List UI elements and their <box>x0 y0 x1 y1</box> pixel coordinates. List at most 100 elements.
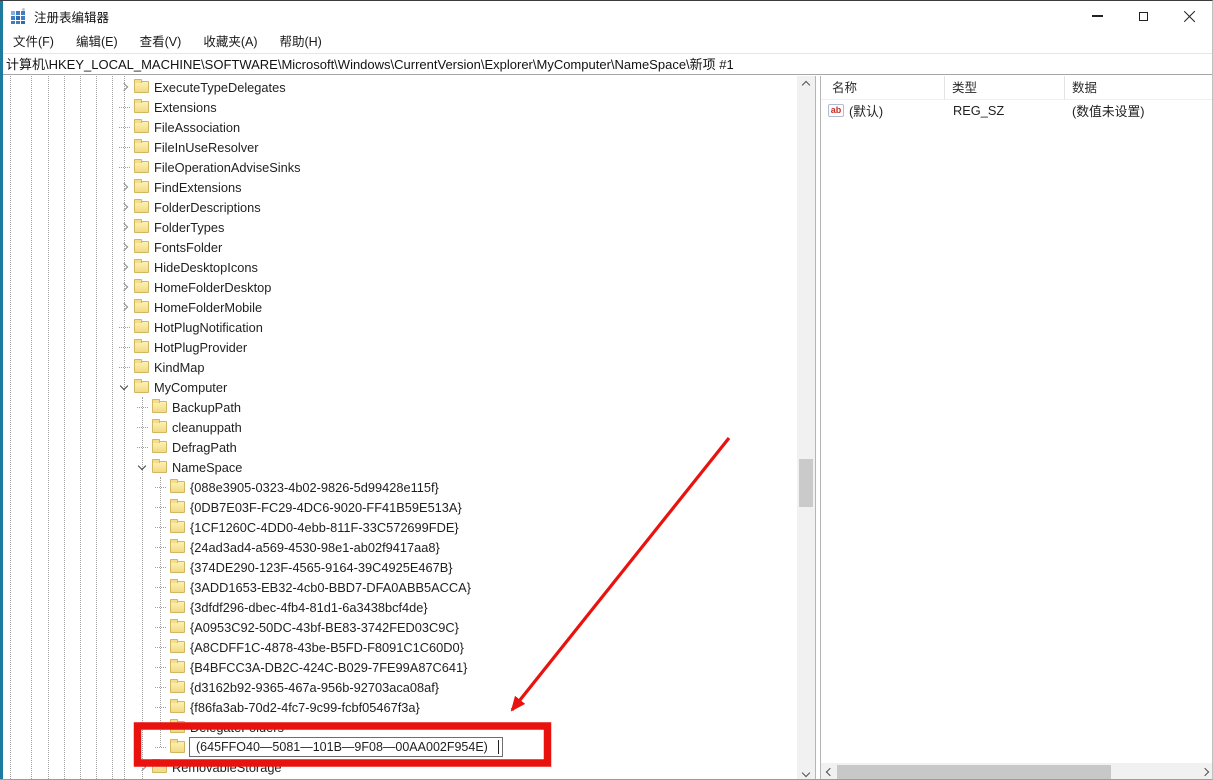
scroll-right-button[interactable] <box>1196 763 1213 780</box>
tree-item-label: HomeFolderDesktop <box>154 280 271 295</box>
menu-bar: 文件(F) 编辑(E) 查看(V) 收藏夹(A) 帮助(H) <box>0 31 1212 53</box>
tree-item[interactable]: HotPlugProvider <box>0 337 797 357</box>
tree-item-label: KindMap <box>154 360 205 375</box>
address-bar[interactable]: 计算机\HKEY_LOCAL_MACHINE\SOFTWARE\Microsof… <box>0 53 1212 75</box>
tree-item[interactable]: FileInUseResolver <box>0 137 797 157</box>
tree-item-label: Extensions <box>154 100 217 115</box>
chevron-right-icon[interactable] <box>120 243 128 251</box>
chevron-right-icon[interactable] <box>120 283 128 291</box>
maximize-button[interactable] <box>1120 1 1166 31</box>
tree-item[interactable]: {0DB7E03F-FC29-4DC6-9020-FF41B59E513A} <box>0 497 797 517</box>
tree-item[interactable]: cleanuppath <box>0 417 797 437</box>
tree-item[interactable]: HideDesktopIcons <box>0 257 797 277</box>
tree-item[interactable]: HomeFolderMobile <box>0 297 797 317</box>
tree-pane[interactable]: ExecuteTypeDelegates Extensions FileAssoci… <box>0 76 797 780</box>
tree-item[interactable]: {3dfdf296-dbec-4fb4-81d1-6a3438bcf4de} <box>0 597 797 617</box>
scroll-down-button[interactable] <box>797 764 815 780</box>
tree-item-label: {d3162b92-9365-467a-956b-92703aca08af} <box>190 680 439 695</box>
tree-item-label: {A0953C92-50DC-43bf-BE83-3742FED03C9C} <box>190 620 459 635</box>
vertical-scrollbar-thumb[interactable] <box>799 459 813 507</box>
tree-item[interactable]: FontsFolder <box>0 237 797 257</box>
tree-item-label: DelegateFolders <box>190 720 284 735</box>
close-button[interactable] <box>1166 1 1212 31</box>
tree-item[interactable]: {A0953C92-50DC-43bf-BE83-3742FED03C9C} <box>0 617 797 637</box>
tree-item[interactable]: FolderTypes <box>0 217 797 237</box>
tree-item-label: MyComputer <box>154 380 227 395</box>
title-bar[interactable]: 注册表编辑器 <box>0 1 1212 31</box>
tree-item-label: {A8CDFF1C-4878-43be-B5FD-F8091C1C60D0} <box>190 640 464 655</box>
tree-item[interactable]: DefragPath <box>0 437 797 457</box>
tree-item[interactable]: {24ad3ad4-a569-4530-98e1-ab02f9417aa8} <box>0 537 797 557</box>
tree-item[interactable]: {374DE290-123F-4565-9164-39C4925E467B} <box>0 557 797 577</box>
tree-item[interactable]: FolderDescriptions <box>0 197 797 217</box>
chevron-right-icon[interactable] <box>120 203 128 211</box>
column-header-data[interactable]: 数据 <box>1065 76 1213 100</box>
tree-item[interactable]: {d3162b92-9365-467a-956b-92703aca08af} <box>0 677 797 697</box>
scroll-up-button[interactable] <box>797 76 815 93</box>
chevron-right-icon[interactable] <box>120 183 128 191</box>
value-list-pane[interactable]: 名称 类型 数据 ab (默认) REG_SZ (数值未设置) <box>821 76 1213 780</box>
tree-item-label: {B4BFCC3A-DB2C-424C-B029-7FE99A87C641} <box>190 660 467 675</box>
tree-item[interactable]: HotPlugNotification <box>0 317 797 337</box>
tree-item[interactable]: Extensions <box>0 97 797 117</box>
tree-item[interactable]: NameSpace <box>0 457 797 477</box>
tree-item-label: {24ad3ad4-a569-4530-98e1-ab02f9417aa8} <box>190 540 440 555</box>
tree-item-editing[interactable]: (645FFO40—5081—101B—9F08—00AA002F954E) <box>0 737 797 757</box>
tree-item[interactable]: {1CF1260C-4DD0-4ebb-811F-33C572699FDE} <box>0 517 797 537</box>
tree-item[interactable]: HomeFolderDesktop <box>0 277 797 297</box>
tree-connector <box>155 727 166 728</box>
chevron-right-icon[interactable] <box>120 83 128 91</box>
tree-vertical-scrollbar[interactable] <box>797 76 815 780</box>
tree-connector <box>119 167 130 168</box>
tree-item[interactable]: RemovableStorage <box>0 757 797 777</box>
chevron-right-icon[interactable] <box>138 763 146 771</box>
tree-item[interactable]: DelegateFolders <box>0 717 797 737</box>
folder-icon <box>134 141 149 153</box>
tree-item[interactable]: MyComputer <box>0 377 797 397</box>
chevron-down-icon[interactable] <box>138 462 146 470</box>
tree-item[interactable]: {B4BFCC3A-DB2C-424C-B029-7FE99A87C641} <box>0 657 797 677</box>
folder-icon <box>170 721 185 733</box>
rename-edit-field[interactable]: (645FFO40—5081—101B—9F08—00AA002F954E) <box>189 737 503 757</box>
column-header-type[interactable]: 类型 <box>945 76 1065 100</box>
list-header: 名称 类型 数据 <box>821 76 1213 100</box>
menu-help[interactable]: 帮助(H) <box>268 31 332 53</box>
tree-item-label: HotPlugNotification <box>154 320 263 335</box>
chevron-right-icon[interactable] <box>120 223 128 231</box>
folder-icon <box>134 261 149 273</box>
menu-file[interactable]: 文件(F) <box>2 31 65 53</box>
minimize-button[interactable] <box>1074 1 1120 31</box>
tree-item-label: {3dfdf296-dbec-4fb4-81d1-6a3438bcf4de} <box>190 600 428 615</box>
horizontal-scrollbar-thumb[interactable] <box>837 765 1111 779</box>
menu-edit[interactable]: 编辑(E) <box>65 31 129 53</box>
folder-icon <box>134 221 149 233</box>
chevron-down-icon[interactable] <box>120 382 128 390</box>
tree-connector <box>155 747 166 748</box>
folder-icon <box>134 161 149 173</box>
tree-item-label: FolderTypes <box>154 220 224 235</box>
list-horizontal-scrollbar[interactable] <box>821 763 1213 780</box>
tree-item[interactable]: FileOperationAdviseSinks <box>0 157 797 177</box>
tree-item[interactable]: {A8CDFF1C-4878-43be-B5FD-F8091C1C60D0} <box>0 637 797 657</box>
tree-item-label: FindExtensions <box>154 180 242 195</box>
folder-icon <box>134 121 149 133</box>
tree-item[interactable]: {f86fa3ab-70d2-4fc7-9c99-fcbf05467f3a} <box>0 697 797 717</box>
tree-item[interactable]: {3ADD1653-EB32-4cb0-BBD7-DFA0ABB5ACCA} <box>0 577 797 597</box>
tree-item[interactable]: FindExtensions <box>0 177 797 197</box>
folder-icon <box>134 101 149 113</box>
chevron-left-icon <box>825 768 833 776</box>
tree-item-label: {088e3905-0323-4b02-9826-5d99428e115f} <box>190 480 439 495</box>
value-row-default[interactable]: ab (默认) REG_SZ (数值未设置) <box>821 100 1213 120</box>
tree-item[interactable]: {088e3905-0323-4b02-9826-5d99428e115f} <box>0 477 797 497</box>
chevron-right-icon[interactable] <box>120 303 128 311</box>
column-header-name[interactable]: 名称 <box>821 76 945 100</box>
tree-item[interactable]: BackupPath <box>0 397 797 417</box>
tree-item-label: DefragPath <box>172 440 237 455</box>
menu-favorites[interactable]: 收藏夹(A) <box>192 31 268 53</box>
chevron-right-icon[interactable] <box>120 263 128 271</box>
tree-item[interactable]: KindMap <box>0 357 797 377</box>
menu-view[interactable]: 查看(V) <box>129 31 193 53</box>
tree-item[interactable]: FileAssociation <box>0 117 797 137</box>
scroll-left-button[interactable] <box>821 763 838 780</box>
tree-item[interactable]: ExecuteTypeDelegates <box>0 77 797 97</box>
